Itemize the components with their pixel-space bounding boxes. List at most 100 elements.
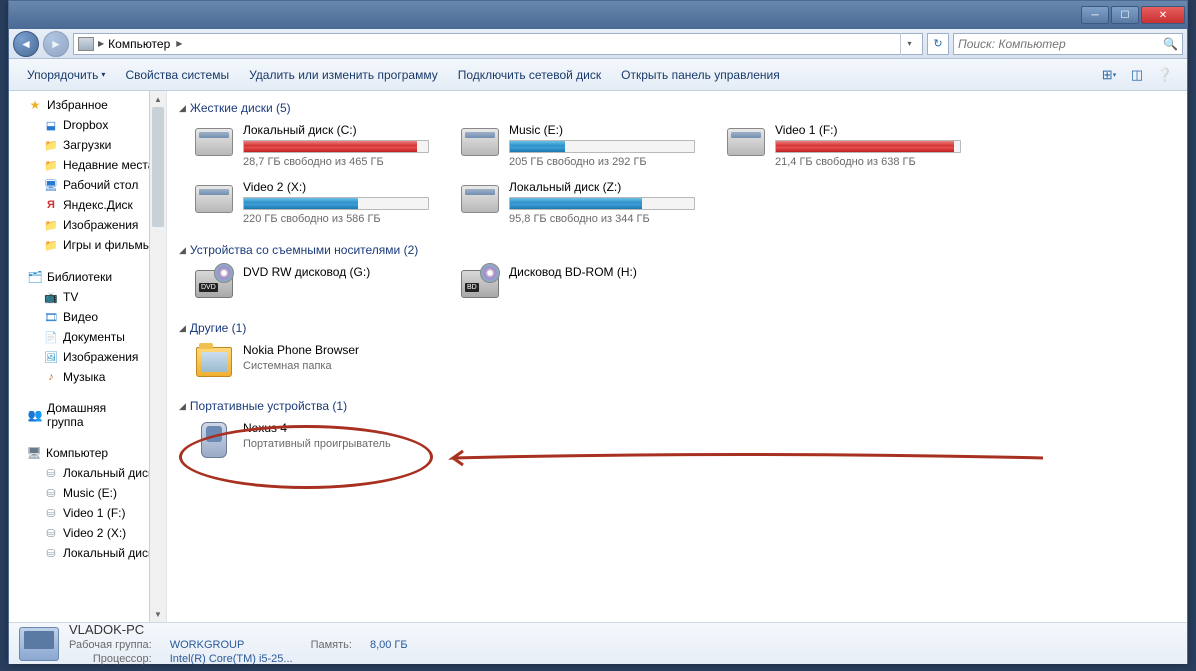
address-bar: ◄ ► ▶ Компьютер ▶ ▾ ↻ 🔍 (9, 29, 1187, 59)
hdd-icon: ⛁ (43, 525, 59, 541)
workgroup-label: Рабочая группа: (69, 639, 152, 651)
scroll-down-icon[interactable]: ▼ (150, 606, 166, 622)
sidebar-item-games[interactable]: 📁Игры и фильмы (9, 235, 150, 255)
cpu-label: Процессор: (69, 653, 152, 665)
preview-pane-button[interactable]: ◫ (1123, 64, 1151, 86)
breadcrumb-computer[interactable]: Компьютер (108, 37, 170, 51)
sidebar-item-lib-images[interactable]: 🖼Изображения (9, 347, 150, 367)
folder-icon (193, 343, 235, 381)
folder-icon: 📁 (43, 137, 59, 153)
sidebar-item-dropbox[interactable]: ⬓Dropbox (9, 115, 150, 135)
yandex-icon: Я (43, 197, 59, 213)
star-icon: ★ (27, 97, 43, 113)
portable-category-header[interactable]: ◢Портативные устройства (1) (179, 397, 1175, 415)
documents-icon: 📄 (43, 329, 59, 345)
address-box[interactable]: ▶ Компьютер ▶ ▾ (73, 33, 923, 55)
usage-bar (243, 140, 429, 153)
sidebar-item-documents[interactable]: 📄Документы (9, 327, 150, 347)
address-dropdown[interactable]: ▾ (900, 33, 918, 55)
sidebar-scrollbar[interactable]: ▲ ▼ (149, 91, 166, 622)
scroll-up-icon[interactable]: ▲ (150, 91, 166, 107)
favorites-header[interactable]: ★Избранное (9, 95, 150, 115)
folder-icon: 📁 (43, 237, 59, 253)
hdd-icon: ⛁ (43, 485, 59, 501)
computer-header[interactable]: 🖥Компьютер (9, 443, 150, 463)
sidebar-item-desktop[interactable]: 🖥Рабочий стол (9, 175, 150, 195)
optical-drive-item[interactable]: DVD DVD RW дисковод (G:) (193, 265, 429, 303)
content-pane: ◢Жесткие диски (5) Локальный диск (C:) 2… (167, 91, 1187, 622)
system-folder-item[interactable]: Nokia Phone Browser Системная папка (193, 343, 429, 381)
libraries-header[interactable]: 🗂Библиотеки (9, 267, 150, 287)
search-icon[interactable]: 🔍 (1163, 37, 1178, 51)
toolbar: Упорядочить ▾ Свойства системы Удалить и… (9, 59, 1187, 91)
drive-name: Video 2 (X:) (243, 180, 429, 194)
hdd-category-header[interactable]: ◢Жесткие диски (5) (179, 99, 1175, 117)
status-bar: VLADOK-PC Рабочая группа: WORKGROUP Памя… (9, 622, 1187, 664)
drive-name: Локальный диск (C:) (243, 123, 429, 137)
minimize-button[interactable]: ─ (1081, 6, 1109, 24)
homegroup-header[interactable]: 👥Домашняя группа (9, 399, 150, 431)
help-button[interactable]: ❔ (1151, 64, 1179, 86)
item-name: Nokia Phone Browser (243, 343, 429, 357)
sidebar-item-drive-x[interactable]: ⛁Video 2 (X:) (9, 523, 150, 543)
usage-bar (775, 140, 961, 153)
drive-item[interactable]: Video 2 (X:) 220 ГБ свободно из 586 ГБ (193, 180, 429, 225)
scroll-thumb[interactable] (152, 107, 164, 227)
portable-device-item[interactable]: Nexus 4Портативный проигрыватель (193, 421, 429, 459)
hdd-icon: ⛁ (43, 505, 59, 521)
drive-item[interactable]: Локальный диск (C:) 28,7 ГБ свободно из … (193, 123, 429, 168)
tv-icon: 📺 (43, 289, 59, 305)
drive-name: Локальный диск (Z:) (509, 180, 695, 194)
sidebar-item-images[interactable]: 📁Изображения (9, 215, 150, 235)
device-sub: Портативный проигрыватель (243, 438, 429, 450)
hdd-icon (459, 123, 501, 161)
refresh-button[interactable]: ↻ (927, 33, 949, 55)
other-category-header[interactable]: ◢Другие (1) (179, 319, 1175, 337)
music-icon: ♪ (43, 369, 59, 385)
close-button[interactable]: ✕ (1141, 6, 1185, 24)
chevron-down-icon: ◢ (179, 401, 186, 412)
explorer-window: ─ ☐ ✕ ◄ ► ▶ Компьютер ▶ ▾ ↻ 🔍 Упорядочит… (8, 0, 1188, 664)
titlebar[interactable]: ─ ☐ ✕ (9, 1, 1187, 29)
chevron-down-icon: ◢ (179, 245, 186, 256)
sidebar-item-tv[interactable]: 📺TV (9, 287, 150, 307)
drive-name: Music (E:) (509, 123, 695, 137)
sidebar-item-downloads[interactable]: 📁Загрузки (9, 135, 150, 155)
sidebar-item-video[interactable]: 🎞Видео (9, 307, 150, 327)
removable-category-header[interactable]: ◢Устройства со съемными носителями (2) (179, 241, 1175, 259)
memory-value: 8,00 ГБ (370, 639, 408, 651)
optical-drive-icon: BD (459, 265, 501, 303)
system-properties-button[interactable]: Свойства системы (115, 64, 239, 86)
view-options-button[interactable]: ⊞ ▾ (1095, 64, 1123, 86)
organize-button[interactable]: Упорядочить ▾ (17, 64, 115, 86)
sidebar-item-drive-z[interactable]: ⛁Локальный диск (9, 543, 150, 563)
chevron-down-icon: ◢ (179, 103, 186, 114)
optical-drive-item[interactable]: BD Дисковод BD-ROM (H:) (459, 265, 695, 303)
memory-label: Память: (311, 639, 352, 651)
drive-item[interactable]: Локальный диск (Z:) 95,8 ГБ свободно из … (459, 180, 695, 225)
control-panel-button[interactable]: Открыть панель управления (611, 64, 790, 86)
sidebar-item-recent[interactable]: 📁Недавние места (9, 155, 150, 175)
hdd-icon (725, 123, 767, 161)
drive-item[interactable]: Music (E:) 205 ГБ свободно из 292 ГБ (459, 123, 695, 168)
drive-item[interactable]: Video 1 (F:) 21,4 ГБ свободно из 638 ГБ (725, 123, 961, 168)
workgroup-value: WORKGROUP (170, 639, 293, 651)
search-input[interactable] (958, 37, 1163, 51)
sidebar-item-music[interactable]: ♪Музыка (9, 367, 150, 387)
hdd-icon (193, 123, 235, 161)
drive-freespace: 21,4 ГБ свободно из 638 ГБ (775, 156, 961, 168)
sidebar-item-drive-c[interactable]: ⛁Локальный диск (9, 463, 150, 483)
item-sub: Системная папка (243, 360, 429, 372)
sidebar-item-drive-e[interactable]: ⛁Music (E:) (9, 483, 150, 503)
search-box[interactable]: 🔍 (953, 33, 1183, 55)
maximize-button[interactable]: ☐ (1111, 6, 1139, 24)
device-icon (193, 421, 235, 459)
sidebar-item-drive-f[interactable]: ⛁Video 1 (F:) (9, 503, 150, 523)
sidebar-item-yandex[interactable]: ЯЯндекс.Диск (9, 195, 150, 215)
forward-button[interactable]: ► (43, 31, 69, 57)
uninstall-button[interactable]: Удалить или изменить программу (239, 64, 448, 86)
map-network-drive-button[interactable]: Подключить сетевой диск (448, 64, 611, 86)
breadcrumb-sep-icon: ▶ (98, 39, 104, 48)
back-button[interactable]: ◄ (13, 31, 39, 57)
desktop-icon: 🖥 (43, 177, 59, 193)
